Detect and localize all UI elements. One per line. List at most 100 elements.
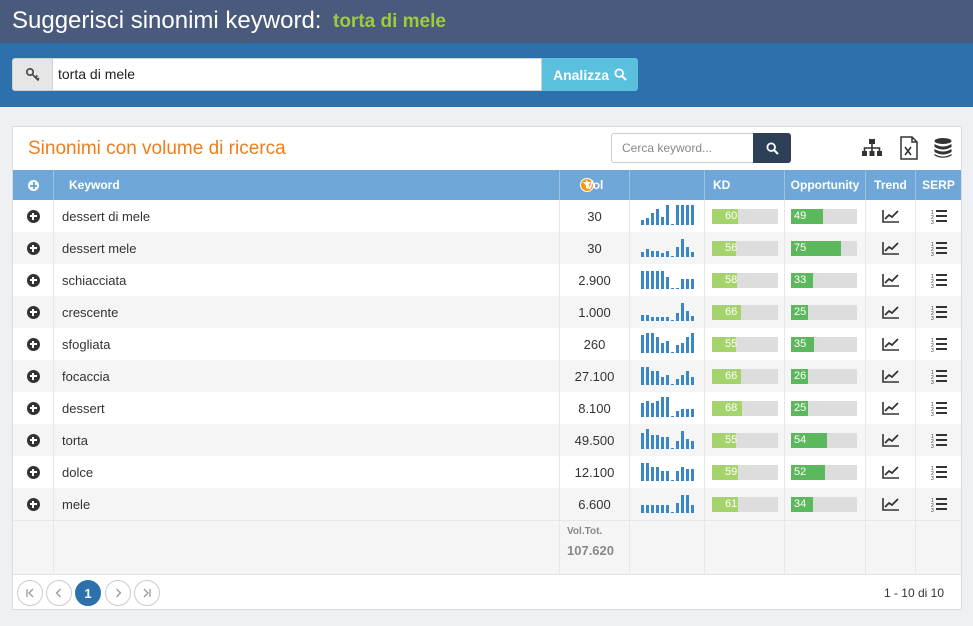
expand-all-cell[interactable]	[13, 170, 54, 200]
opportunity-cell: 35	[785, 328, 866, 360]
table-row: schiacciata 2.900 58 33 1 2 3	[13, 264, 961, 296]
serp-button[interactable]: 123	[916, 296, 961, 328]
expand-row-button[interactable]	[13, 424, 54, 456]
trend-button[interactable]	[866, 296, 916, 328]
trend-button[interactable]	[866, 200, 916, 232]
expand-row-button[interactable]	[13, 488, 54, 520]
serp-button[interactable]: 123	[916, 360, 961, 392]
spark-bar	[660, 437, 664, 449]
trend-button[interactable]	[866, 360, 916, 392]
trend-button[interactable]	[866, 232, 916, 264]
expand-row-button[interactable]	[13, 328, 54, 360]
sitemap-icon[interactable]	[860, 136, 884, 160]
spark-bar	[675, 205, 679, 225]
trend-chart-icon	[881, 498, 899, 511]
keyword-text: crescente	[62, 304, 119, 320]
serp-button[interactable]: 123	[916, 392, 961, 424]
expand-row-button[interactable]	[13, 456, 54, 488]
serp-button[interactable]: 123	[916, 456, 961, 488]
kd-bar: 55	[712, 336, 778, 352]
filter-search-button[interactable]	[753, 133, 791, 163]
trend-sparkline	[630, 232, 705, 264]
serp-list-icon: 123	[931, 241, 947, 256]
spark-bar	[655, 209, 659, 225]
spark-bar	[665, 317, 669, 321]
last-page-icon	[143, 588, 151, 598]
volume-value: 12.100	[574, 464, 615, 480]
spark-bar	[680, 303, 684, 321]
spark-bar	[685, 371, 689, 385]
expand-row-button[interactable]	[13, 296, 54, 328]
serp-button[interactable]: 123	[916, 200, 961, 232]
plus-circle-icon	[26, 209, 40, 223]
spark-bar	[665, 205, 669, 225]
spark-bar	[685, 495, 689, 513]
chevron-right-icon	[116, 588, 122, 598]
spark-bar	[690, 505, 694, 513]
col-kd[interactable]: KD	[705, 170, 785, 200]
serp-button[interactable]: 123	[916, 488, 961, 520]
trend-button[interactable]	[866, 392, 916, 424]
spark-bar	[645, 333, 649, 353]
col-keyword-label: Keyword	[69, 178, 120, 192]
keyword-cell: sfogliata	[54, 328, 560, 360]
volume-value: 8.100	[578, 400, 611, 416]
prev-page-button[interactable]	[46, 580, 72, 606]
last-page-button[interactable]	[134, 580, 160, 606]
filter-keyword-input[interactable]: Cerca keyword...	[611, 133, 753, 163]
serp-button[interactable]: 123	[916, 232, 961, 264]
spark-bar	[680, 409, 684, 417]
keyword-text: dolce	[62, 464, 94, 480]
page-button-current[interactable]: 1	[75, 580, 101, 606]
keyword-cell: torta	[54, 424, 560, 456]
trend-button[interactable]	[866, 424, 916, 456]
first-page-button[interactable]	[17, 580, 43, 606]
spark-bar	[670, 352, 674, 353]
spark-bar	[660, 377, 664, 385]
serp-button[interactable]: 123	[916, 424, 961, 456]
col-vol[interactable]: Vol	[560, 170, 630, 200]
volume-value: 260	[583, 336, 606, 352]
excel-export-icon[interactable]	[897, 136, 921, 160]
plus-circle-icon	[26, 497, 40, 511]
keyword-search-input[interactable]: torta di mele	[53, 58, 542, 91]
database-icon[interactable]	[931, 136, 955, 160]
spark-bar	[660, 253, 664, 257]
keyword-cell: schiacciata	[54, 264, 560, 296]
table-row: dessert 8.100 68 25 1 2 3	[13, 392, 961, 424]
table-header: Keyword Vol KD Opportunity Trend SERP	[13, 170, 961, 200]
spark-bar	[675, 345, 679, 353]
spark-bar	[655, 271, 659, 289]
expand-row-button[interactable]	[13, 264, 54, 296]
trend-button[interactable]	[866, 264, 916, 296]
expand-row-button[interactable]	[13, 200, 54, 232]
spark-bar	[680, 205, 684, 225]
opportunity-bar: 75	[791, 240, 857, 256]
col-keyword[interactable]: Keyword	[54, 170, 594, 200]
kd-cell: 55	[705, 424, 785, 456]
trend-sparkline	[630, 424, 705, 456]
opportunity-value: 34	[791, 496, 814, 512]
spark-bar	[690, 441, 694, 449]
expand-row-button[interactable]	[13, 360, 54, 392]
col-opportunity[interactable]: Opportunity	[785, 170, 866, 200]
keyword-cell: crescente	[54, 296, 560, 328]
expand-row-button[interactable]	[13, 232, 54, 264]
serp-button[interactable]: 123	[916, 328, 961, 360]
svg-text:3: 3	[931, 444, 934, 448]
analyze-button[interactable]: Analizza	[542, 58, 638, 91]
trend-button[interactable]	[866, 456, 916, 488]
kd-value: 60	[712, 208, 739, 224]
trend-button[interactable]	[866, 328, 916, 360]
opportunity-bar: 52	[791, 464, 857, 480]
expand-row-button[interactable]	[13, 392, 54, 424]
trend-button[interactable]	[866, 488, 916, 520]
spark-bar	[675, 503, 679, 513]
opportunity-value: 49	[791, 208, 824, 224]
trend-sparkline	[630, 456, 705, 488]
serp-button[interactable]: 123	[916, 264, 961, 296]
trend-sparkline	[630, 296, 705, 328]
next-page-button[interactable]	[105, 580, 131, 606]
volume-cell: 30	[560, 200, 630, 232]
spark-bar	[640, 403, 644, 417]
